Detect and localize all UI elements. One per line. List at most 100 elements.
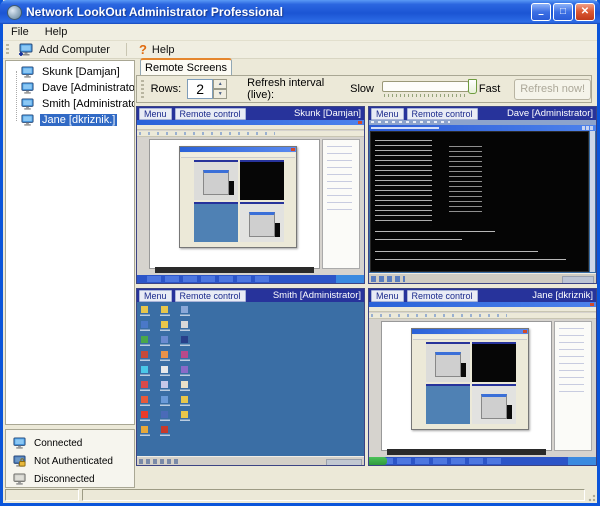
remote-control-button[interactable]: Remote control	[407, 108, 478, 120]
app-logo-icon	[7, 5, 22, 20]
remote-control-button[interactable]: Remote control	[407, 290, 478, 302]
help-button[interactable]: ? Help	[135, 43, 183, 57]
thumb-task-pane	[554, 321, 592, 451]
console-text-line	[375, 259, 566, 260]
thumb-mini-screen	[240, 202, 284, 242]
add-computer-button[interactable]: Add Computer	[14, 42, 118, 58]
computer-tree: Skunk [Damjan] Dave [Administrator] Smit…	[5, 60, 135, 425]
legend-disconnected: Disconnected	[12, 470, 134, 488]
console-text-column	[449, 146, 482, 216]
resize-grip-icon[interactable]	[586, 492, 596, 502]
status-cell-main	[82, 489, 585, 501]
panel-header: Menu Remote control Skunk [Damjan]	[137, 107, 364, 120]
remote-control-button[interactable]: Remote control	[175, 108, 246, 120]
thumb-nested-app-window	[179, 146, 297, 248]
rows-input[interactable]: 2	[187, 79, 213, 99]
computer-connected-icon	[20, 114, 35, 127]
menu-file[interactable]: File	[3, 25, 37, 39]
remote-screen-thumbnail[interactable]	[137, 120, 364, 283]
thumb-nested-toolbar	[181, 153, 295, 158]
thumb-menubar	[369, 307, 596, 312]
toolbar-grip[interactable]	[6, 44, 9, 56]
refresh-now-button[interactable]: Refresh now!	[514, 79, 591, 100]
remote-screens-grid: Menu Remote control Skunk [Damjan]	[136, 106, 598, 468]
remote-screen-thumbnail[interactable]	[369, 302, 596, 465]
thumb-nested-titlebar	[412, 329, 528, 334]
legend-label: Not Authenticated	[34, 456, 113, 467]
legend-label: Disconnected	[34, 474, 95, 485]
add-computer-label: Add Computer	[39, 44, 110, 56]
computer-connected-icon	[20, 82, 35, 95]
remote-panel-dave: Menu Remote control Dave [Administrator]	[368, 106, 597, 284]
tree-item-skunk[interactable]: Skunk [Damjan]	[6, 64, 134, 80]
thumb-task-pane	[322, 139, 360, 269]
remote-panel-smith: Menu Remote control Smith [Administrator…	[136, 288, 365, 466]
refresh-interval-label: Refresh interval (live):	[247, 77, 340, 101]
slider-track[interactable]	[382, 81, 469, 92]
panel-menu-button[interactable]: Menu	[139, 290, 172, 302]
legend-not-authenticated: Not Authenticated	[12, 452, 134, 470]
rows-spinner: ▲ ▼	[213, 79, 227, 99]
main-toolbar: Add Computer ? Help	[3, 41, 597, 59]
toolbar-separator	[126, 43, 127, 56]
help-label: Help	[152, 44, 175, 56]
thumb-nested-app-window	[411, 328, 529, 430]
panel-menu-button[interactable]: Menu	[371, 290, 404, 302]
thumb-mini-screen	[472, 342, 516, 382]
status-bar	[3, 488, 597, 503]
computer-connected-icon	[20, 66, 35, 79]
rows-label: Rows:	[151, 83, 182, 95]
control-bar: Rows: 2 ▲ ▼ Refresh interval (live): Slo…	[136, 75, 592, 103]
tree-item-label: Smith [Administrator]	[40, 98, 135, 110]
not-authenticated-icon	[12, 455, 27, 468]
remote-screen-thumbnail[interactable]	[369, 120, 596, 283]
thumb-dark-bar	[155, 267, 314, 273]
thumb-menubar	[137, 125, 364, 130]
tree-item-jane[interactable]: Jane [dkriznik.]	[6, 112, 134, 128]
status-cell-left	[5, 489, 79, 501]
minimize-button[interactable]: –	[531, 3, 551, 21]
thumb-mini-screen	[472, 384, 516, 424]
thumb-close-icon	[358, 121, 362, 124]
close-button[interactable]: ✕	[575, 3, 595, 21]
thumb-dark-bar	[387, 449, 546, 455]
tab-remote-screens[interactable]: Remote Screens	[140, 58, 232, 76]
tree-item-label: Skunk [Damjan]	[40, 66, 122, 78]
console-text-line	[375, 239, 462, 240]
refresh-interval-slider[interactable]	[382, 79, 469, 99]
rows-spin-up-button[interactable]: ▲	[213, 79, 227, 89]
thumb-scrollbar	[590, 131, 595, 272]
remote-control-button[interactable]: Remote control	[175, 290, 246, 302]
panel-computer-name: Smith [Administrator]	[273, 290, 361, 301]
help-icon: ?	[139, 44, 147, 56]
slow-label: Slow	[350, 83, 374, 95]
menu-help[interactable]: Help	[37, 25, 76, 39]
remote-screen-thumbnail[interactable]	[137, 302, 364, 465]
tree-item-dave[interactable]: Dave [Administrator]	[6, 80, 134, 96]
fast-label: Fast	[479, 83, 500, 95]
panel-menu-button[interactable]: Menu	[371, 108, 404, 120]
thumb-close-icon	[590, 303, 594, 306]
thumb-mini-screen	[426, 384, 470, 424]
thumb-toolbar	[137, 131, 364, 137]
thumb-tray	[336, 275, 364, 283]
thumb-taskbar	[369, 457, 596, 465]
title-bar[interactable]: Network LookOut Administrator Profession…	[0, 0, 600, 24]
maximize-button[interactable]: □	[553, 3, 573, 21]
tree-item-label: Jane [dkriznik.]	[40, 114, 117, 126]
slider-thumb[interactable]	[468, 79, 477, 94]
connected-icon	[12, 437, 27, 450]
thumb-taskbar	[137, 275, 364, 283]
remote-panel-skunk: Menu Remote control Skunk [Damjan]	[136, 106, 365, 284]
tree-item-smith[interactable]: Smith [Administrator]	[6, 96, 134, 112]
controlbar-grip[interactable]	[141, 80, 144, 98]
thumb-mini-screen	[240, 160, 284, 200]
rows-spin-down-button[interactable]: ▼	[213, 89, 227, 99]
panel-menu-button[interactable]: Menu	[139, 108, 172, 120]
panel-computer-name: Dave [Administrator]	[507, 108, 593, 119]
menu-bar: File Help	[3, 24, 597, 41]
legend-label: Connected	[34, 438, 82, 449]
tree-guide-line	[16, 71, 17, 121]
slider-ticks	[384, 94, 467, 97]
thumb-mini-screen	[426, 342, 470, 382]
